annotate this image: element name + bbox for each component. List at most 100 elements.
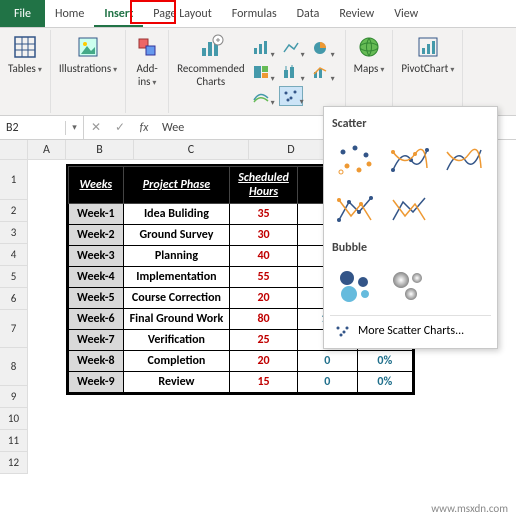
cell-week[interactable]: Week-2 [69, 225, 124, 246]
cell-week[interactable]: Week-3 [69, 246, 124, 267]
row-7[interactable]: 7 [0, 310, 28, 348]
tab-review[interactable]: Review [329, 0, 384, 27]
enter-formula-button[interactable]: ✓ [108, 120, 132, 135]
name-box[interactable]: B2 [0, 121, 66, 135]
tab-formulas[interactable]: Formulas [222, 0, 287, 27]
ribbon-tabs: File Home Insert Page Layout Formulas Da… [0, 0, 516, 28]
cancel-formula-button[interactable]: ✕ [84, 120, 108, 135]
scatter-option-smooth[interactable] [438, 137, 488, 183]
th-hours[interactable]: Scheduled Hours [230, 167, 298, 204]
col-A[interactable]: A [28, 140, 66, 160]
column-chart-button[interactable] [249, 38, 273, 58]
pivotchart-button[interactable]: PivotChart [401, 34, 454, 75]
cell-phase[interactable]: Verification [123, 330, 230, 351]
th-weeks[interactable]: Weeks [69, 167, 124, 204]
tab-view[interactable]: View [384, 0, 428, 27]
cell-col2[interactable]: 0 [297, 372, 357, 393]
row-11[interactable]: 11 [0, 430, 28, 452]
cell-hours[interactable]: 30 [230, 225, 298, 246]
group-charts: Recommended Charts [169, 30, 345, 113]
row-2[interactable]: 2 [0, 200, 28, 222]
row-10[interactable]: 10 [0, 408, 28, 430]
group-maps: Maps [346, 30, 394, 113]
tab-page-layout[interactable]: Page Layout [143, 0, 221, 27]
row-12[interactable]: 12 [0, 452, 28, 474]
col-D[interactable]: D [249, 140, 334, 160]
cell-hours[interactable]: 25 [230, 330, 298, 351]
table-row: Week-9 Review 15 0 0% [69, 372, 413, 393]
pie-chart-button[interactable] [309, 38, 333, 58]
cell-col2[interactable]: 0 [297, 351, 357, 372]
scatter-option-markers[interactable] [330, 137, 380, 183]
scatter-option-straight-markers[interactable] [330, 187, 380, 233]
maps-button[interactable]: Maps [354, 34, 385, 75]
row-5[interactable]: 5 [0, 266, 28, 288]
select-all-corner[interactable] [0, 140, 28, 160]
line-chart-button[interactable] [279, 38, 303, 58]
bubble-option-2d[interactable] [330, 261, 380, 307]
cell-week[interactable]: Week-1 [69, 204, 124, 225]
cell-phase[interactable]: Ground Survey [123, 225, 230, 246]
watermark: www.msxdn.com [431, 502, 508, 515]
cell-pct[interactable]: 0% [357, 351, 412, 372]
recommended-charts-label: Recommended Charts [177, 62, 244, 88]
fx-button[interactable]: fx [132, 121, 156, 135]
cell-hours[interactable]: 20 [230, 351, 298, 372]
more-scatter-label: More Scatter Charts... [358, 324, 464, 338]
cell-hours[interactable]: 55 [230, 267, 298, 288]
cell-phase[interactable]: Idea Buliding [123, 204, 230, 225]
cell-phase[interactable]: Final Ground Work [123, 309, 230, 330]
row-8[interactable]: 8 [0, 348, 28, 386]
cell-phase[interactable]: Completion [123, 351, 230, 372]
cell-week[interactable]: Week-8 [69, 351, 124, 372]
th-phase[interactable]: Project Phase [123, 167, 230, 204]
bubble-options-grid [330, 261, 491, 307]
table-icon [12, 34, 38, 60]
surface-chart-button[interactable] [249, 86, 273, 106]
col-B[interactable]: B [66, 140, 134, 160]
row-3[interactable]: 3 [0, 222, 28, 244]
tab-data[interactable]: Data [287, 0, 330, 27]
pivotchart-label: PivotChart [401, 62, 454, 75]
combo-chart-button[interactable] [309, 62, 333, 82]
tab-home[interactable]: Home [45, 0, 94, 27]
cell-phase[interactable]: Implementation [123, 267, 230, 288]
cell-week[interactable]: Week-6 [69, 309, 124, 330]
cell-hours[interactable]: 20 [230, 288, 298, 309]
cell-phase[interactable]: Review [123, 372, 230, 393]
row-4[interactable]: 4 [0, 244, 28, 266]
tables-label: Tables [8, 62, 42, 75]
chart-types-grid [249, 38, 337, 108]
addins-button[interactable]: Add- ins [134, 34, 160, 88]
cell-week[interactable]: Week-4 [69, 267, 124, 288]
scatter-mini-icon [334, 324, 350, 338]
cell-week[interactable]: Week-7 [69, 330, 124, 351]
row-1[interactable]: 1 [0, 160, 28, 200]
row-6[interactable]: 6 [0, 288, 28, 310]
treemap-chart-button[interactable] [249, 62, 273, 82]
row-9[interactable]: 9 [0, 386, 28, 408]
cell-hours[interactable]: 40 [230, 246, 298, 267]
col-C[interactable]: C [134, 140, 249, 160]
cell-phase[interactable]: Course Correction [123, 288, 230, 309]
group-pivotchart: PivotChart [393, 30, 463, 113]
scatter-chart-button[interactable] [279, 86, 303, 106]
cell-phase[interactable]: Planning [123, 246, 230, 267]
cell-week[interactable]: Week-9 [69, 372, 124, 393]
scatter-option-straight[interactable] [384, 187, 434, 233]
recommended-charts-button[interactable]: Recommended Charts [177, 34, 244, 88]
statistic-chart-button[interactable] [279, 62, 303, 82]
file-tab[interactable]: File [0, 0, 45, 27]
cell-hours[interactable]: 35 [230, 204, 298, 225]
tab-insert[interactable]: Insert [94, 0, 143, 27]
tables-button[interactable]: Tables [8, 34, 42, 75]
bubble-option-3d[interactable] [384, 261, 434, 307]
more-scatter-charts[interactable]: More Scatter Charts... [330, 320, 491, 342]
cell-hours[interactable]: 15 [230, 372, 298, 393]
cell-week[interactable]: Week-5 [69, 288, 124, 309]
cell-pct[interactable]: 0% [357, 372, 412, 393]
name-box-dropdown[interactable]: ▾ [66, 116, 84, 139]
scatter-option-smooth-markers[interactable] [384, 137, 434, 183]
illustrations-button[interactable]: Illustrations [59, 34, 117, 75]
cell-hours[interactable]: 80 [230, 309, 298, 330]
